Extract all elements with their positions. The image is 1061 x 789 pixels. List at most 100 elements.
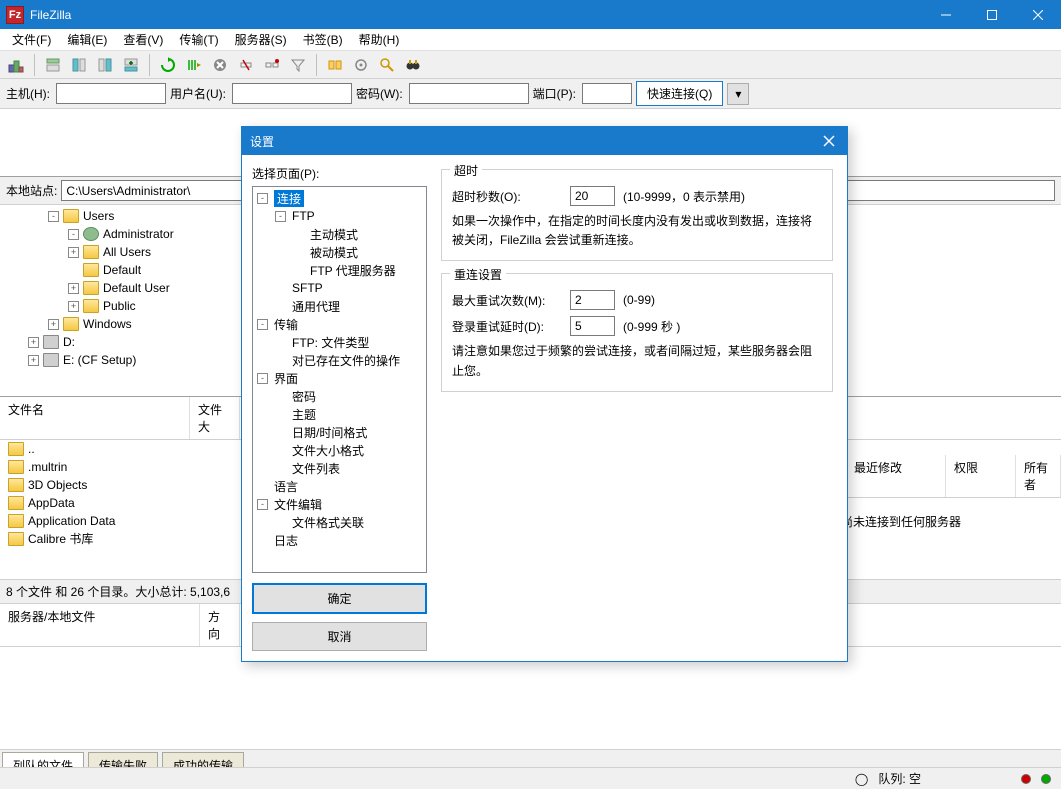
settings-tree-node[interactable]: -FTP xyxy=(255,207,424,225)
settings-tree-node[interactable]: 语言 xyxy=(255,477,424,495)
user-icon xyxy=(83,227,99,241)
max-retries-input[interactable] xyxy=(570,290,615,310)
cancel-button[interactable]: 取消 xyxy=(252,622,427,651)
toggle-tree-icon[interactable] xyxy=(67,53,91,77)
settings-tree-node[interactable]: 主动模式 xyxy=(255,225,424,243)
host-input[interactable] xyxy=(56,83,166,104)
drive-icon xyxy=(43,335,59,349)
window-title: FileZilla xyxy=(30,8,923,22)
settings-tree-node[interactable]: 文件列表 xyxy=(255,459,424,477)
folder-icon xyxy=(8,514,24,528)
expand-icon[interactable]: - xyxy=(68,229,79,240)
settings-tree-node[interactable]: FTP: 文件类型 xyxy=(255,333,424,351)
reconnect-icon[interactable] xyxy=(260,53,284,77)
compare-icon[interactable] xyxy=(323,53,347,77)
settings-tree-node[interactable]: 文件格式关联 xyxy=(255,513,424,531)
menu-edit[interactable]: 编辑(E) xyxy=(59,31,115,48)
binoculars-icon[interactable] xyxy=(401,53,425,77)
settings-tree-node[interactable]: -文件编辑 xyxy=(255,495,424,513)
queue-col-file[interactable]: 服务器/本地文件 xyxy=(0,604,200,646)
site-manager-icon[interactable] xyxy=(4,53,28,77)
tree-label: 界面 xyxy=(274,370,298,387)
tree-label: 对已存在文件的操作 xyxy=(292,352,400,369)
settings-tree-node[interactable]: -界面 xyxy=(255,369,424,387)
settings-tree-node[interactable]: 被动模式 xyxy=(255,243,424,261)
timeout-seconds-input[interactable] xyxy=(570,186,615,206)
toggle-remote-tree-icon[interactable] xyxy=(93,53,117,77)
tree-label: D: xyxy=(63,335,75,349)
expand-icon[interactable]: + xyxy=(28,337,39,348)
settings-tree-node[interactable]: 日期/时间格式 xyxy=(255,423,424,441)
file-name: AppData xyxy=(28,496,75,510)
queue-status-icon: ◯ xyxy=(855,772,868,786)
filter-icon[interactable] xyxy=(286,53,310,77)
settings-tree-node[interactable]: -传输 xyxy=(255,315,424,333)
col-modified[interactable]: 最近修改 xyxy=(846,455,946,497)
settings-tree-node[interactable]: 对已存在文件的操作 xyxy=(255,351,424,369)
pass-input[interactable] xyxy=(409,83,529,104)
expand-icon[interactable]: - xyxy=(257,319,268,330)
process-queue-icon[interactable] xyxy=(182,53,206,77)
close-button[interactable] xyxy=(1015,0,1061,29)
maximize-button[interactable] xyxy=(969,0,1015,29)
retry-delay-label: 登录重试延时(D): xyxy=(452,318,562,335)
col-filesize[interactable]: 文件大 xyxy=(190,397,240,439)
toggle-log-icon[interactable] xyxy=(41,53,65,77)
menu-help[interactable]: 帮助(H) xyxy=(351,31,408,48)
quickconnect-dropdown[interactable]: ▾ xyxy=(727,83,749,105)
settings-tree-node[interactable]: FTP 代理服务器 xyxy=(255,261,424,279)
settings-page-tree[interactable]: -连接-FTP主动模式被动模式FTP 代理服务器SFTP通用代理-传输FTP: … xyxy=(252,186,427,573)
menu-file[interactable]: 文件(F) xyxy=(4,31,59,48)
search-icon[interactable] xyxy=(375,53,399,77)
expand-icon[interactable]: - xyxy=(257,193,268,204)
file-name: Application Data xyxy=(28,514,115,528)
expand-icon[interactable]: - xyxy=(257,499,268,510)
port-input[interactable] xyxy=(582,83,632,104)
settings-tree-node[interactable]: 通用代理 xyxy=(255,297,424,315)
expand-icon[interactable]: - xyxy=(48,211,59,222)
disconnect-icon[interactable] xyxy=(234,53,258,77)
settings-tree-node[interactable]: 日志 xyxy=(255,531,424,549)
expand-icon[interactable]: + xyxy=(68,283,79,294)
settings-tree-node[interactable]: 文件大小格式 xyxy=(255,441,424,459)
expand-icon[interactable]: + xyxy=(68,247,79,258)
expand-icon[interactable]: - xyxy=(257,373,268,384)
minimize-button[interactable] xyxy=(923,0,969,29)
local-site-label: 本地站点: xyxy=(6,182,57,199)
tree-label: 语言 xyxy=(274,478,298,495)
folder-icon xyxy=(8,460,24,474)
user-input[interactable] xyxy=(232,83,352,104)
menu-transfer[interactable]: 传输(T) xyxy=(171,31,226,48)
dialog-close-button[interactable] xyxy=(819,131,839,151)
quickconnect-button[interactable]: 快速连接(Q) xyxy=(636,81,723,106)
folder-icon xyxy=(8,442,24,456)
settings-tree-node[interactable]: 密码 xyxy=(255,387,424,405)
menu-server[interactable]: 服务器(S) xyxy=(227,31,295,48)
select-page-label: 选择页面(P): xyxy=(252,165,427,182)
col-perm[interactable]: 权限 xyxy=(946,455,1016,497)
timeout-fieldset: 超时 超时秒数(O): (10-9999，0 表示禁用) 如果一次操作中，在指定… xyxy=(441,169,833,261)
menu-bookmarks[interactable]: 书签(B) xyxy=(295,31,351,48)
expand-icon[interactable]: - xyxy=(275,211,286,222)
col-owner[interactable]: 所有者 xyxy=(1016,455,1061,497)
toggle-queue-icon[interactable] xyxy=(119,53,143,77)
settings-tree-node[interactable]: SFTP xyxy=(255,279,424,297)
expand-icon[interactable]: + xyxy=(48,319,59,330)
expand-icon[interactable]: + xyxy=(68,301,79,312)
ok-button[interactable]: 确定 xyxy=(252,583,427,614)
expand-icon[interactable]: + xyxy=(28,355,39,366)
dialog-titlebar[interactable]: 设置 xyxy=(242,127,847,155)
menu-view[interactable]: 查看(V) xyxy=(115,31,171,48)
sync-browse-icon[interactable] xyxy=(349,53,373,77)
settings-tree-node[interactable]: 主题 xyxy=(255,405,424,423)
col-filename[interactable]: 文件名 xyxy=(0,397,190,439)
port-label: 端口(P): xyxy=(533,85,576,102)
timeout-seconds-label: 超时秒数(O): xyxy=(452,188,562,205)
settings-tree-node[interactable]: -连接 xyxy=(255,189,424,207)
queue-col-dir[interactable]: 方向 xyxy=(200,604,240,646)
tree-label: 文件大小格式 xyxy=(292,442,364,459)
cancel-icon[interactable] xyxy=(208,53,232,77)
refresh-icon[interactable] xyxy=(156,53,180,77)
retry-delay-input[interactable] xyxy=(570,316,615,336)
queue-list[interactable] xyxy=(0,647,1061,749)
